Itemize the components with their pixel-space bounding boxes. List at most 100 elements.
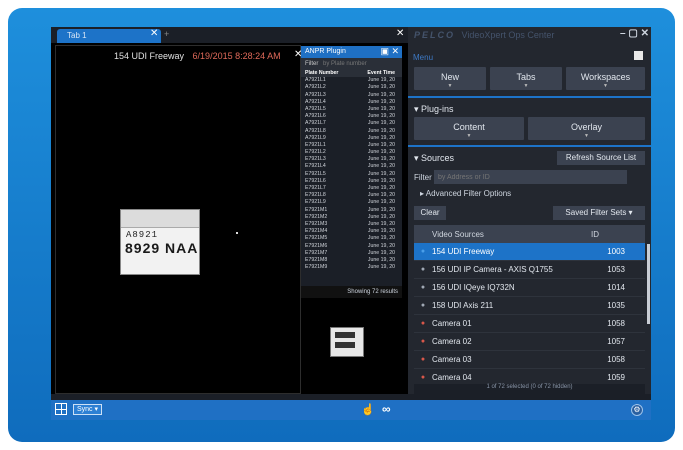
sources-filter-input[interactable]: [434, 170, 627, 184]
menu-label[interactable]: Menu: [413, 53, 433, 62]
camera-name: 154 UDI Freeway: [114, 51, 185, 61]
event-time-cell: June 19, 20: [367, 206, 395, 213]
anpr-table-row[interactable]: E7921M3 June 19, 20: [301, 221, 402, 228]
event-time-cell: June 19, 20: [367, 185, 395, 191]
video-source-row[interactable]: ● Camera 03 1058: [414, 351, 645, 369]
new-tab-button[interactable]: +: [164, 29, 169, 39]
video-source-row[interactable]: ● 154 UDI Freeway 1003: [414, 243, 645, 261]
sources-scrollbar[interactable]: [647, 244, 650, 324]
anpr-table-row[interactable]: A7921L9 June 19, 20: [301, 135, 402, 142]
anpr-table-row[interactable]: E7921L6 June 19, 20: [301, 178, 402, 185]
anpr-table-row[interactable]: A7921L2 June 19, 20: [301, 84, 402, 91]
anpr-table-row[interactable]: E7921M4 June 19, 20: [301, 228, 402, 235]
camera-status-icon: ●: [420, 320, 426, 327]
event-time-cell: June 19, 20: [367, 235, 395, 242]
camera-status-icon: ●: [420, 302, 426, 309]
video-source-id: 1058: [607, 355, 625, 364]
anpr-table-row[interactable]: E7921M9 June 19, 20: [301, 264, 402, 271]
plate-number-cell: E7921L4: [305, 163, 326, 170]
anpr-table-row[interactable]: E7921L2 June 19, 20: [301, 149, 402, 156]
video-source-id: 1003: [607, 247, 625, 256]
anpr-table-row[interactable]: A7921L4 June 19, 20: [301, 99, 402, 106]
overlay-button-label: Overlay: [570, 122, 602, 132]
anpr-table-row[interactable]: E7921M6 June 19, 20: [301, 243, 402, 250]
plate-number-cell: E7921L5: [305, 170, 326, 177]
plate-number-cell: E7921L6: [305, 177, 326, 184]
hand-tool-icon[interactable]: ☝: [361, 403, 375, 416]
saved-filter-sets-button[interactable]: Saved Filter Sets ▾: [553, 206, 645, 220]
sources-heading[interactable]: ▾ Sources: [414, 153, 454, 164]
plate-number-cell: E7921M2: [305, 213, 328, 220]
col-event-time[interactable]: Event Time: [351, 70, 401, 77]
video-pane[interactable]: 154 UDI Freeway 6/19/2015 8:28:24 AM ✕ A…: [55, 45, 302, 394]
anpr-table-row[interactable]: E7921L9 June 19, 20: [301, 199, 402, 206]
video-source-row[interactable]: ● Camera 02 1057: [414, 333, 645, 351]
clear-button[interactable]: Clear: [414, 206, 446, 220]
plate-number-cell: A7921L7: [305, 120, 326, 127]
anpr-filter-input[interactable]: by Plate number: [323, 61, 367, 67]
anpr-table-row[interactable]: A7921L8 June 19, 20: [301, 128, 402, 135]
content-button[interactable]: Content ▼: [414, 117, 524, 140]
section-divider: [408, 96, 651, 98]
workspace-close-icon[interactable]: ✕: [396, 28, 404, 39]
sync-dropdown[interactable]: Sync ▾: [73, 404, 103, 415]
video-source-name: 158 UDI Axis 211: [432, 301, 494, 310]
anpr-table-row[interactable]: A7921L3 June 19, 20: [301, 92, 402, 99]
anpr-table-row[interactable]: E7921L5 June 19, 20: [301, 171, 402, 178]
video-source-name: 154 UDI Freeway: [432, 247, 495, 256]
chevron-down-icon: ▼: [466, 133, 472, 139]
event-time-cell: June 19, 20: [367, 213, 395, 220]
bottom-toolbar: Sync ▾ ☝ ∞ ⚙: [51, 400, 651, 420]
col-id[interactable]: ID: [591, 230, 599, 239]
workspaces-button[interactable]: Workspaces ▼: [566, 67, 645, 90]
anpr-table-row[interactable]: E7921M8 June 19, 20: [301, 257, 402, 264]
plate-number-cell: E7921L3: [305, 156, 326, 163]
col-video-sources[interactable]: Video Sources: [414, 230, 591, 239]
layout-grid-icon[interactable]: [55, 403, 67, 415]
anpr-table-row[interactable]: E7921L1 June 19, 20: [301, 142, 402, 149]
refresh-source-list-button[interactable]: Refresh Source List: [557, 151, 645, 165]
plugins-heading[interactable]: ▾ Plug-ins: [414, 104, 454, 115]
anpr-footer: Showing 72 results: [301, 286, 402, 298]
saved-filter-sets-label: Saved Filter Sets: [565, 208, 627, 217]
anpr-table-row[interactable]: E7921L3 June 19, 20: [301, 156, 402, 163]
video-source-row[interactable]: ● 156 UDI IP Camera - AXIS Q1755 1053: [414, 261, 645, 279]
col-plate-number[interactable]: Plate Number: [301, 70, 351, 77]
link-icon[interactable]: ∞: [382, 402, 391, 416]
video-source-row[interactable]: ● 156 UDI IQeye IQ732N 1014: [414, 279, 645, 297]
anpr-table-row[interactable]: E7921L4 June 19, 20: [301, 163, 402, 170]
tab-close-icon[interactable]: ✕: [150, 28, 158, 39]
plugin-buttons: Content ▼ Overlay ▼: [414, 117, 645, 140]
anpr-filter[interactable]: Filter by Plate number: [301, 58, 402, 70]
event-time-cell: June 19, 20: [367, 242, 395, 249]
plate-number-cell: A7921L5: [305, 105, 326, 112]
window-controls[interactable]: – ▢ ✕: [620, 28, 649, 39]
tabs-button[interactable]: Tabs ▼: [490, 67, 562, 90]
video-source-row[interactable]: ● 158 UDI Axis 211 1035: [414, 297, 645, 315]
anpr-table-row[interactable]: A7921L6 June 19, 20: [301, 113, 402, 120]
selection-count: 1 of 72 selected (0 of 72 hidden): [414, 384, 645, 394]
overlay-button[interactable]: Overlay ▼: [528, 117, 645, 140]
tab-1[interactable]: Tab 1: [57, 29, 161, 43]
anpr-table-row[interactable]: E7921M7 June 19, 20: [301, 250, 402, 257]
anpr-close-icon[interactable]: ▣ ✕: [380, 46, 399, 57]
advanced-filter-toggle[interactable]: ▸ Advanced Filter Options: [420, 189, 511, 198]
menu-dropdown-icon[interactable]: [634, 51, 643, 60]
event-time-cell: June 19, 20: [367, 84, 395, 91]
anpr-table-row[interactable]: E7921L7 June 19, 20: [301, 185, 402, 192]
video-source-name: 156 UDI IP Camera - AXIS Q1755: [432, 265, 553, 274]
plate-number-cell: A7921L9: [305, 134, 326, 141]
event-time-cell: June 19, 20: [367, 177, 395, 184]
anpr-table-row[interactable]: E7921L8 June 19, 20: [301, 192, 402, 199]
anpr-table-row[interactable]: E7921M2 June 19, 20: [301, 214, 402, 221]
anpr-table-row[interactable]: A7921L5 June 19, 20: [301, 106, 402, 113]
new-button[interactable]: New ▼: [414, 67, 486, 90]
settings-icon[interactable]: ⚙: [631, 404, 643, 416]
tabs-button-label: Tabs: [516, 72, 536, 82]
anpr-table-row[interactable]: A7921L1 June 19, 20: [301, 77, 402, 84]
video-source-row[interactable]: ● Camera 01 1058: [414, 315, 645, 333]
anpr-table-row[interactable]: E7921M1 June 19, 20: [301, 207, 402, 214]
anpr-table-row[interactable]: A7921L7 June 19, 20: [301, 120, 402, 127]
anpr-table-row[interactable]: E7921M5 June 19, 20: [301, 235, 402, 242]
video-source-id: 1014: [607, 283, 625, 292]
